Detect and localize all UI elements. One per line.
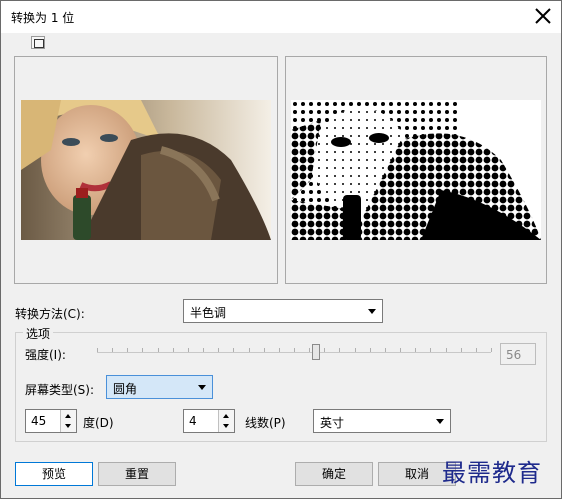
intensity-slider-track[interactable] bbox=[97, 352, 491, 353]
title-bar bbox=[1, 1, 561, 33]
slider-tick bbox=[264, 348, 265, 352]
slider-tick bbox=[158, 348, 159, 352]
lines-label: 线数(P) bbox=[245, 416, 286, 430]
slider-tick bbox=[430, 348, 431, 352]
conversion-method-dropdown[interactable]: 半色调 bbox=[183, 299, 383, 323]
slider-tick bbox=[294, 348, 295, 352]
slider-tick bbox=[188, 348, 189, 352]
original-photo bbox=[21, 100, 271, 240]
slider-tick bbox=[173, 348, 174, 352]
conversion-method-value: 半色调 bbox=[190, 306, 227, 320]
angle-value: 45 bbox=[31, 414, 47, 428]
slider-tick bbox=[233, 348, 234, 352]
preview-button[interactable]: 预览 bbox=[15, 462, 93, 486]
slider-tick bbox=[476, 348, 477, 352]
slider-tick bbox=[370, 348, 371, 352]
convert-to-1bit-dialog: 转换为 1 位 转换方法(C): 半色调 选项 强度(I): 56 屏幕类型(S… bbox=[0, 0, 562, 499]
slider-tick bbox=[279, 348, 280, 352]
reset-button[interactable]: 重置 bbox=[98, 462, 176, 486]
intensity-value-box: 56 bbox=[500, 343, 536, 365]
slider-tick bbox=[249, 348, 250, 352]
angle-spinner[interactable] bbox=[60, 410, 76, 432]
slider-tick bbox=[339, 348, 340, 352]
slider-tick bbox=[446, 348, 447, 352]
slider-tick bbox=[97, 348, 98, 352]
slider-tick bbox=[385, 348, 386, 352]
screen-type-label: 屏幕类型(S): bbox=[25, 383, 95, 397]
slider-tick bbox=[415, 348, 416, 352]
unit-value: 英寸 bbox=[320, 416, 345, 430]
result-preview-panel bbox=[285, 56, 547, 284]
chevron-down-icon bbox=[368, 309, 376, 314]
dialog-title: 转换为 1 位 bbox=[11, 11, 75, 25]
slider-tick bbox=[400, 348, 401, 352]
lines-spinner[interactable] bbox=[218, 410, 234, 432]
chevron-down-icon bbox=[436, 419, 444, 424]
lines-stepper[interactable]: 4 bbox=[183, 409, 235, 433]
arrow-down-icon[interactable] bbox=[65, 424, 71, 428]
slider-tick bbox=[324, 348, 325, 352]
unit-dropdown[interactable]: 英寸 bbox=[313, 409, 451, 433]
conversion-method-label: 转换方法(C): bbox=[15, 307, 85, 321]
slider-tick bbox=[112, 348, 113, 352]
original-preview-panel bbox=[14, 56, 278, 284]
slider-tick bbox=[309, 348, 310, 352]
arrow-up-icon[interactable] bbox=[223, 414, 229, 418]
slider-tick bbox=[142, 348, 143, 352]
intensity-value: 56 bbox=[506, 348, 522, 362]
slider-tick bbox=[461, 348, 462, 352]
watermark-text: 最需教育 bbox=[442, 459, 542, 487]
angle-label: 度(D) bbox=[83, 416, 114, 430]
slider-tick bbox=[127, 348, 128, 352]
intensity-slider-thumb[interactable] bbox=[312, 344, 320, 360]
close-icon[interactable] bbox=[531, 4, 555, 28]
screen-type-dropdown[interactable]: 圆角 bbox=[106, 375, 213, 399]
slider-tick bbox=[218, 348, 219, 352]
angle-stepper[interactable]: 45 bbox=[25, 409, 77, 433]
chevron-down-icon bbox=[198, 385, 206, 390]
lines-value: 4 bbox=[189, 414, 197, 428]
arrow-up-icon[interactable] bbox=[65, 414, 71, 418]
ok-button[interactable]: 确定 bbox=[295, 462, 373, 486]
arrow-down-icon[interactable] bbox=[223, 424, 229, 428]
intensity-label: 强度(I): bbox=[25, 348, 66, 362]
slider-tick bbox=[491, 348, 492, 352]
halftone-result bbox=[291, 100, 541, 240]
options-group-title: 选项 bbox=[23, 325, 54, 342]
screen-type-value: 圆角 bbox=[113, 382, 138, 396]
slider-tick bbox=[355, 348, 356, 352]
split-preview-icon[interactable] bbox=[31, 36, 45, 49]
slider-tick bbox=[203, 348, 204, 352]
